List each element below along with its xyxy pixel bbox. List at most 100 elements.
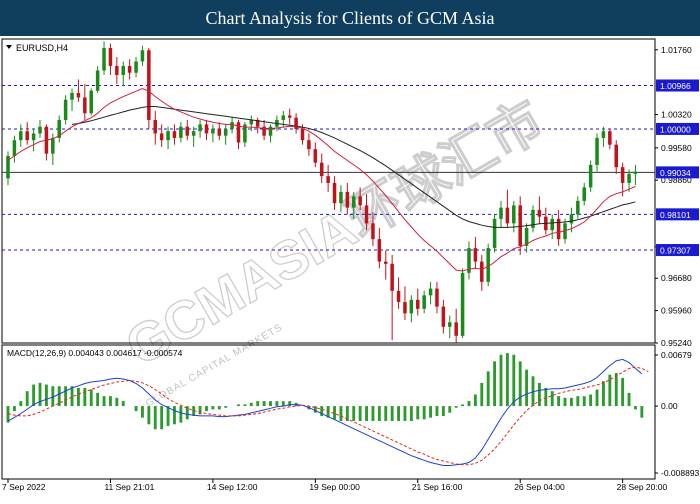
candle-body <box>576 200 580 215</box>
x-axis-tick-label: 19 Sep 00:00 <box>309 482 360 492</box>
candle-body <box>19 131 23 141</box>
x-axis-tick-label: 26 Sep 04:00 <box>514 482 565 492</box>
x-axis-tick-label: 11 Sep 21:01 <box>104 482 154 492</box>
candle-body <box>351 196 356 208</box>
candle-body <box>326 176 330 183</box>
candle-body <box>633 171 638 174</box>
candle-body <box>300 128 305 141</box>
price-y-tick-label: 0.95240 <box>661 338 692 348</box>
candle-body <box>127 65 132 73</box>
candle-body <box>102 47 106 71</box>
chart-svg: GCMASIA环球汇市GLOBAL CAPITAL MARKETS 1.0176… <box>1 38 700 492</box>
candle-body <box>172 131 177 138</box>
candle-body <box>140 50 145 62</box>
candle-body <box>31 133 36 141</box>
candle-body <box>512 205 516 224</box>
chart-title: Chart Analysis for Clients of GCM Asia <box>205 8 495 28</box>
candle-body <box>211 128 215 134</box>
candle-body <box>358 196 362 206</box>
candle-body <box>204 124 209 134</box>
candle-body <box>25 131 29 141</box>
candle-body <box>441 306 446 327</box>
candle-body <box>108 47 113 66</box>
price-y-tick-label: 0.99580 <box>661 143 692 153</box>
candle-body <box>492 218 497 249</box>
candle-body <box>390 263 394 291</box>
candle-body <box>608 131 612 145</box>
candle-body <box>448 322 452 327</box>
candle-body <box>223 128 228 136</box>
candle-body <box>313 149 318 163</box>
candle-body <box>319 162 324 177</box>
candle-body <box>588 164 593 188</box>
candle-body <box>153 119 158 134</box>
candle-body <box>428 288 433 296</box>
candle-body <box>601 131 606 138</box>
candle-body <box>595 137 599 165</box>
candle-body <box>480 261 484 282</box>
candle-body <box>115 65 119 75</box>
chart-frame: GCMASIA环球汇市 GLOBAL CAPITAL MARKETS 1.0176… <box>0 37 700 499</box>
x-axis: 7 Sep 2022 11 Sep 21:01 14 Sep 12:00 19 Sep… <box>2 478 668 492</box>
price-chart-label: EURUSD,H4 <box>16 43 68 53</box>
candle-body <box>121 65 126 75</box>
candle-body <box>70 92 74 100</box>
candle-body <box>198 124 202 132</box>
price-y-tick-label: 0.96680 <box>661 273 692 283</box>
candle-body <box>236 122 241 143</box>
candle-body <box>486 248 490 282</box>
candle-body <box>460 272 465 336</box>
macd-pane: 0.00679 0.00 -0.008893 <box>1 344 700 480</box>
candle-body <box>12 140 17 156</box>
candle-body <box>89 90 93 114</box>
current-price-label: 0.99034 <box>660 168 691 178</box>
candle-body <box>499 207 503 219</box>
candle-body <box>415 299 420 309</box>
price-y-tick-label: 1.00320 <box>661 110 692 120</box>
candle-body <box>620 167 625 183</box>
level-label: 0.97307 <box>660 246 691 256</box>
x-axis-tick-label: 14 Sep 12:00 <box>207 482 258 492</box>
candle-body <box>38 126 42 134</box>
candle-body <box>287 115 292 118</box>
candle-body <box>332 182 337 204</box>
candle-body <box>377 239 382 262</box>
candle-body <box>179 126 183 138</box>
candle-body <box>159 133 164 141</box>
candle-body <box>185 126 190 136</box>
level-label: 1.00966 <box>660 81 691 91</box>
candle-body <box>614 144 618 168</box>
level-label: 0.98101 <box>660 210 691 220</box>
candle-body <box>627 173 631 183</box>
candle-body <box>505 207 510 224</box>
candle-body <box>95 70 100 91</box>
symbol-dropdown-icon <box>6 45 12 49</box>
price-y-tick-label: 1.01760 <box>661 45 692 55</box>
candle-body <box>76 92 81 98</box>
candle-body <box>166 131 170 141</box>
candle-body <box>569 214 574 224</box>
x-axis-tick-label: 21 Sep 16:00 <box>412 482 463 492</box>
candle-body <box>396 290 401 303</box>
macd-line <box>7 358 643 466</box>
candle-body <box>371 223 375 240</box>
candle-body <box>435 288 439 307</box>
candle-body <box>307 140 311 150</box>
macd-y-tick-label: 0.00 <box>661 401 678 411</box>
x-axis-tick-label: 7 Sep 2022 <box>2 482 46 492</box>
candle-body <box>383 261 388 264</box>
level-label: 1.00000 <box>660 124 691 134</box>
candle-body <box>403 302 407 314</box>
candle-body <box>83 97 87 114</box>
candle-body <box>217 128 222 136</box>
candle-body <box>147 50 151 120</box>
candle-body <box>339 191 343 204</box>
candle-body <box>422 295 426 309</box>
candle-body <box>63 99 68 120</box>
candle-body <box>134 61 138 73</box>
candle-body <box>345 191 350 208</box>
candle-body <box>249 119 254 125</box>
candle-body <box>454 322 458 336</box>
x-axis-tick-label: 28 Sep 20:00 <box>617 482 668 492</box>
candle-body <box>582 187 586 201</box>
